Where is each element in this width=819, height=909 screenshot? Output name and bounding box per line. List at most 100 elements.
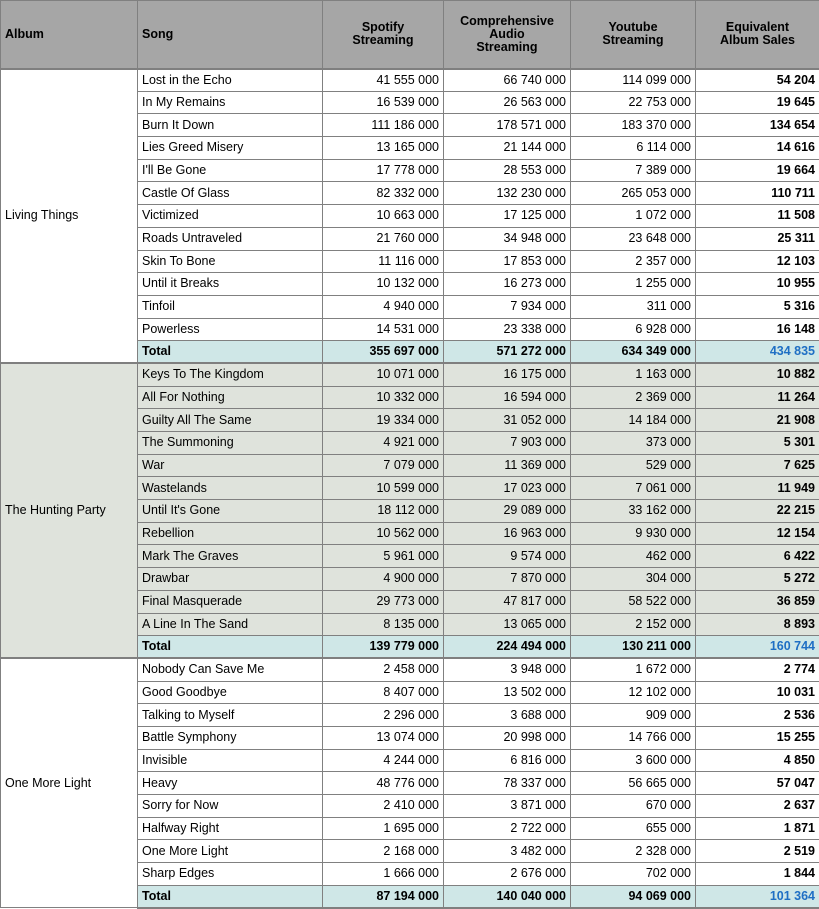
song-name-cell: Drawbar (138, 568, 323, 591)
equivalent-album-sales-cell: 1 871 (696, 817, 819, 840)
comprehensive-audio-streaming-cell: 3 871 000 (444, 795, 571, 818)
spotify-streaming-cell: 1 666 000 (323, 863, 444, 886)
song-name-cell: Keys To The Kingdom (138, 363, 323, 386)
comprehensive-audio-streaming-cell: 16 175 000 (444, 363, 571, 386)
equivalent-album-sales-cell: 12 154 (696, 522, 819, 545)
comprehensive-audio-streaming-cell: 17 853 000 (444, 250, 571, 273)
comprehensive-audio-streaming-cell: 31 052 000 (444, 409, 571, 432)
song-name-cell: Powerless (138, 318, 323, 341)
comprehensive-audio-streaming-cell: 13 065 000 (444, 613, 571, 636)
comprehensive-audio-streaming-cell: 26 563 000 (444, 91, 571, 114)
spotify-streaming-cell: 2 296 000 (323, 704, 444, 727)
youtube-streaming-cell: 670 000 (571, 795, 696, 818)
equivalent-album-sales-cell: 25 311 (696, 227, 819, 250)
equivalent-album-sales-cell: 11 949 (696, 477, 819, 500)
song-name-cell: Good Goodbye (138, 681, 323, 704)
youtube-streaming-cell: 655 000 (571, 817, 696, 840)
youtube-streaming-cell: 529 000 (571, 454, 696, 477)
equivalent-album-sales-cell: 11 264 (696, 386, 819, 409)
song-name-cell: I'll Be Gone (138, 159, 323, 182)
song-name-cell: Guilty All The Same (138, 409, 323, 432)
youtube-streaming-cell: 1 072 000 (571, 205, 696, 228)
comprehensive-audio-streaming-cell: 17 023 000 (444, 477, 571, 500)
spotify-streaming-cell: 8 407 000 (323, 681, 444, 704)
youtube-streaming-cell: 23 648 000 (571, 227, 696, 250)
youtube-streaming-cell: 2 357 000 (571, 250, 696, 273)
youtube-streaming-cell: 12 102 000 (571, 681, 696, 704)
column-header-album: Album (1, 1, 138, 69)
song-name-cell: Nobody Can Save Me (138, 658, 323, 681)
youtube-streaming-cell: 6 928 000 (571, 318, 696, 341)
equivalent-album-sales-cell: 2 519 (696, 840, 819, 863)
column-header-comprehensive-line3: Streaming (448, 41, 566, 54)
spotify-streaming-cell: 2 168 000 (323, 840, 444, 863)
column-header-equivalent-line2: Album Sales (700, 34, 815, 47)
column-header-song: Song (138, 1, 323, 69)
song-name-cell: Battle Symphony (138, 726, 323, 749)
spotify-streaming-cell: 41 555 000 (323, 69, 444, 92)
youtube-streaming-cell: 702 000 (571, 863, 696, 886)
youtube-streaming-cell: 22 753 000 (571, 91, 696, 114)
spotify-streaming-cell: 17 778 000 (323, 159, 444, 182)
spotify-streaming-cell: 4 940 000 (323, 295, 444, 318)
comprehensive-audio-streaming-cell: 28 553 000 (444, 159, 571, 182)
song-name-cell: Rebellion (138, 522, 323, 545)
equivalent-album-sales-cell: 21 908 (696, 409, 819, 432)
youtube-streaming-cell: 56 665 000 (571, 772, 696, 795)
equivalent-album-sales-cell: 11 508 (696, 205, 819, 228)
youtube-streaming-cell: 6 114 000 (571, 137, 696, 160)
comprehensive-audio-streaming-cell: 66 740 000 (444, 69, 571, 92)
song-name-cell: Sharp Edges (138, 863, 323, 886)
album-name-cell: Living Things (1, 69, 138, 364)
youtube-streaming-cell: 130 211 000 (571, 636, 696, 659)
spotify-streaming-cell: 5 961 000 (323, 545, 444, 568)
song-name-cell: Roads Untraveled (138, 227, 323, 250)
equivalent-album-sales-cell: 10 882 (696, 363, 819, 386)
song-name-cell: All For Nothing (138, 386, 323, 409)
equivalent-album-sales-cell: 2 536 (696, 704, 819, 727)
song-name-cell: Mark The Graves (138, 545, 323, 568)
table-row: The Hunting PartyKeys To The Kingdom10 0… (1, 363, 819, 386)
equivalent-album-sales-cell: 4 850 (696, 749, 819, 772)
spotify-streaming-cell: 4 921 000 (323, 432, 444, 455)
song-name-cell: Lost in the Echo (138, 69, 323, 92)
comprehensive-audio-streaming-cell: 2 722 000 (444, 817, 571, 840)
table-header: Album Song Spotify Streaming Comprehensi… (1, 1, 819, 69)
equivalent-album-sales-cell: 2 637 (696, 795, 819, 818)
youtube-streaming-cell: 7 389 000 (571, 159, 696, 182)
equivalent-album-sales-cell: 5 301 (696, 432, 819, 455)
equivalent-album-sales-cell: 15 255 (696, 726, 819, 749)
spotify-streaming-cell: 11 116 000 (323, 250, 444, 273)
equivalent-album-sales-cell: 1 844 (696, 863, 819, 886)
spotify-streaming-cell: 10 562 000 (323, 522, 444, 545)
album-name-cell: The Hunting Party (1, 363, 138, 658)
comprehensive-audio-streaming-cell: 224 494 000 (444, 636, 571, 659)
comprehensive-audio-streaming-cell: 7 870 000 (444, 568, 571, 591)
comprehensive-audio-streaming-cell: 34 948 000 (444, 227, 571, 250)
youtube-streaming-cell: 304 000 (571, 568, 696, 591)
equivalent-album-sales-cell: 134 654 (696, 114, 819, 137)
spotify-streaming-cell: 111 186 000 (323, 114, 444, 137)
song-name-cell: Heavy (138, 772, 323, 795)
column-header-comprehensive-line2: Audio (448, 28, 566, 41)
youtube-streaming-cell: 2 152 000 (571, 613, 696, 636)
youtube-streaming-cell: 311 000 (571, 295, 696, 318)
youtube-streaming-cell: 265 053 000 (571, 182, 696, 205)
comprehensive-audio-streaming-cell: 571 272 000 (444, 341, 571, 364)
equivalent-album-sales-cell: 5 272 (696, 568, 819, 591)
spotify-streaming-cell: 21 760 000 (323, 227, 444, 250)
spotify-streaming-cell: 2 458 000 (323, 658, 444, 681)
spotify-streaming-cell: 355 697 000 (323, 341, 444, 364)
equivalent-album-sales-cell: 22 215 (696, 500, 819, 523)
column-header-youtube-streaming: Youtube Streaming (571, 1, 696, 69)
song-name-cell: Skin To Bone (138, 250, 323, 273)
spotify-streaming-cell: 8 135 000 (323, 613, 444, 636)
song-name-cell: Tinfoil (138, 295, 323, 318)
youtube-streaming-cell: 58 522 000 (571, 590, 696, 613)
comprehensive-audio-streaming-cell: 16 594 000 (444, 386, 571, 409)
spotify-streaming-cell: 4 244 000 (323, 749, 444, 772)
spotify-streaming-cell: 29 773 000 (323, 590, 444, 613)
youtube-streaming-cell: 1 255 000 (571, 273, 696, 296)
youtube-streaming-cell: 33 162 000 (571, 500, 696, 523)
spotify-streaming-cell: 16 539 000 (323, 91, 444, 114)
